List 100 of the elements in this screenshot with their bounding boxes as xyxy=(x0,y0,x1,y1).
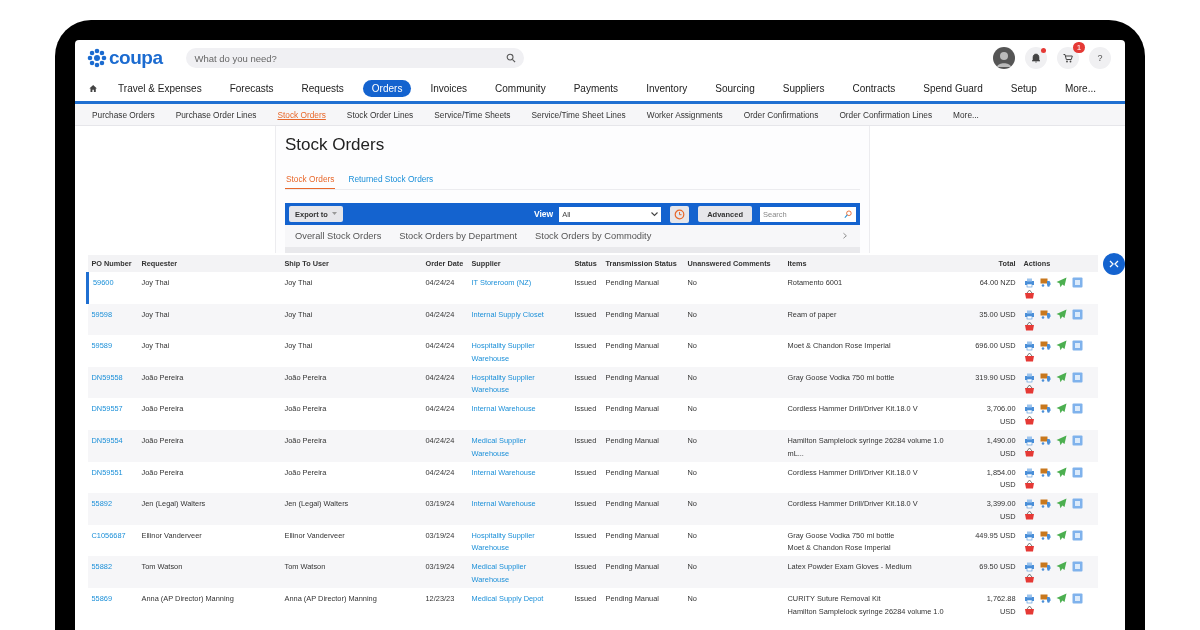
document-icon[interactable] xyxy=(1071,498,1083,510)
search-field[interactable]: What do you need? xyxy=(186,48,525,68)
paper-plane-icon[interactable] xyxy=(1055,308,1067,320)
paper-plane-icon[interactable] xyxy=(1055,434,1067,446)
document-icon[interactable] xyxy=(1071,561,1083,573)
subnav-link[interactable]: Worker Assignments xyxy=(646,109,723,120)
nav-tab[interactable]: Requests xyxy=(292,80,353,97)
printer-icon[interactable] xyxy=(1023,277,1035,288)
cart-button[interactable] xyxy=(1057,47,1079,69)
document-icon[interactable] xyxy=(1071,277,1083,288)
subnav-link[interactable]: Order Confirmations xyxy=(743,109,819,120)
search-icon xyxy=(844,209,853,219)
chevron-right-icon[interactable] xyxy=(842,231,850,241)
view-label: View xyxy=(533,209,554,219)
basket-icon[interactable] xyxy=(1023,541,1035,553)
basket-icon[interactable] xyxy=(1023,289,1035,300)
document-icon[interactable] xyxy=(1071,529,1083,541)
printer-icon[interactable] xyxy=(1023,434,1035,446)
basket-icon[interactable] xyxy=(1023,446,1035,458)
truck-icon[interactable] xyxy=(1039,308,1051,320)
subnav-link[interactable]: Purchase Order Lines xyxy=(175,109,257,120)
truck-icon[interactable] xyxy=(1039,277,1051,288)
chart-tab[interactable]: Stock Orders by Commodity xyxy=(535,231,652,241)
paper-plane-icon[interactable] xyxy=(1055,371,1067,383)
subnav-link[interactable]: Stock Order Lines xyxy=(346,109,414,120)
paper-plane-icon[interactable] xyxy=(1055,529,1067,541)
basket-icon[interactable] xyxy=(1023,510,1035,522)
document-icon[interactable] xyxy=(1071,371,1083,383)
printer-icon[interactable] xyxy=(1023,371,1035,383)
help-button[interactable]: ? xyxy=(1089,47,1111,69)
document-icon[interactable] xyxy=(1071,340,1083,352)
basket-icon[interactable] xyxy=(1023,604,1035,616)
tab[interactable]: Returned Stock Orders xyxy=(347,174,435,189)
truck-icon[interactable] xyxy=(1039,340,1051,352)
logo[interactable]: coupa xyxy=(109,47,163,69)
document-icon[interactable] xyxy=(1071,308,1083,320)
truck-icon[interactable] xyxy=(1039,371,1051,383)
printer-icon[interactable] xyxy=(1023,403,1035,415)
chart-tab[interactable]: Stock Orders by Department xyxy=(399,231,518,241)
nav-tab[interactable]: Contracts xyxy=(843,80,905,97)
printer-icon[interactable] xyxy=(1023,498,1035,510)
avatar[interactable] xyxy=(993,47,1015,69)
logo-icon xyxy=(87,48,107,68)
chart-tab[interactable]: Overall Stock Orders xyxy=(295,231,382,241)
cart-icon xyxy=(1063,53,1073,63)
subnav-link[interactable]: Purchase Orders xyxy=(92,109,155,120)
paper-plane-icon[interactable] xyxy=(1055,403,1067,415)
clock-button[interactable] xyxy=(670,205,690,223)
paper-plane-icon[interactable] xyxy=(1055,466,1067,478)
subnav-link[interactable]: Service/Time Sheets xyxy=(434,109,511,120)
basket-icon[interactable] xyxy=(1023,415,1035,427)
collapse-icon xyxy=(1109,259,1119,269)
nav-tab[interactable]: Invoices xyxy=(421,80,477,97)
paper-plane-icon[interactable] xyxy=(1055,561,1067,573)
basket-icon[interactable] xyxy=(1023,573,1035,585)
nav-tab[interactable]: Payments xyxy=(564,80,628,97)
paper-plane-icon[interactable] xyxy=(1055,498,1067,510)
nav-tab[interactable]: Travel & Expenses xyxy=(109,80,211,97)
collapse-button[interactable] xyxy=(1103,253,1125,275)
nav-tab[interactable]: Sourcing xyxy=(706,80,764,97)
notifications-button[interactable] xyxy=(1025,47,1047,69)
truck-icon[interactable] xyxy=(1039,529,1051,541)
truck-icon[interactable] xyxy=(1039,561,1051,573)
subnav-link[interactable]: Service/Time Sheet Lines xyxy=(531,109,626,120)
nav-tab[interactable]: Forecasts xyxy=(220,80,283,97)
printer-icon[interactable] xyxy=(1023,340,1035,352)
truck-icon[interactable] xyxy=(1039,434,1051,446)
subnav-link[interactable]: Order Confirmation Lines xyxy=(839,109,933,120)
paper-plane-icon[interactable] xyxy=(1055,592,1067,604)
nav-tab[interactable]: Inventory xyxy=(637,80,697,97)
nav-tab[interactable]: Setup xyxy=(1001,80,1046,97)
paper-plane-icon[interactable] xyxy=(1055,340,1067,352)
printer-icon[interactable] xyxy=(1023,561,1035,573)
basket-icon[interactable] xyxy=(1023,478,1035,490)
printer-icon[interactable] xyxy=(1023,592,1035,604)
caret-icon xyxy=(331,212,337,216)
document-icon[interactable] xyxy=(1071,434,1083,446)
truck-icon[interactable] xyxy=(1039,466,1051,478)
nav-tab[interactable]: Spend Guard xyxy=(914,80,992,97)
basket-icon[interactable] xyxy=(1023,383,1035,395)
document-icon[interactable] xyxy=(1071,466,1083,478)
truck-icon[interactable] xyxy=(1039,592,1051,604)
printer-icon[interactable] xyxy=(1023,466,1035,478)
page-title: Stock Orders xyxy=(285,134,386,156)
search-icon xyxy=(506,53,517,63)
nav-tab[interactable]: Suppliers xyxy=(773,80,834,97)
printer-icon[interactable] xyxy=(1023,529,1035,541)
printer-icon[interactable] xyxy=(1023,308,1035,320)
basket-icon[interactable] xyxy=(1023,352,1035,364)
nav-tab[interactable]: Community xyxy=(486,80,555,97)
document-icon[interactable] xyxy=(1071,592,1083,604)
subnav-link[interactable]: More... xyxy=(953,109,979,120)
nav-tab[interactable]: More... xyxy=(1055,80,1105,97)
home-icon[interactable] xyxy=(89,82,98,95)
truck-icon[interactable] xyxy=(1039,498,1051,510)
truck-icon[interactable] xyxy=(1039,403,1051,415)
nav-tab[interactable]: Orders xyxy=(362,80,412,97)
paper-plane-icon[interactable] xyxy=(1055,277,1067,288)
document-icon[interactable] xyxy=(1071,403,1083,415)
basket-icon[interactable] xyxy=(1023,320,1035,332)
